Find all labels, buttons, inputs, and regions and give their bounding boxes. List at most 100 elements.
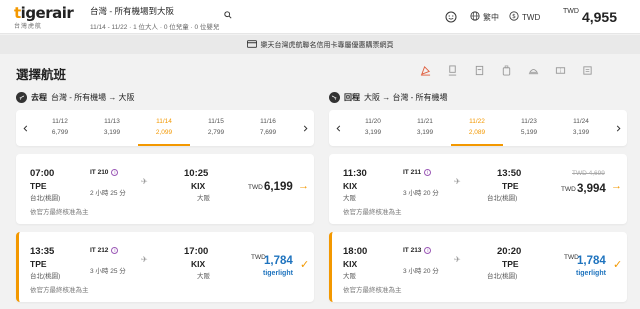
arrival-city: 大阪 [197, 195, 210, 202]
flight-duration: 3 小時 20 分 [403, 268, 439, 275]
fare-type: tigerlight [263, 270, 293, 277]
approval-note: 依官方最終核准為主 [30, 287, 89, 294]
arrow-right-icon[interactable]: → [298, 180, 309, 192]
seat-selection-icon[interactable] [472, 63, 486, 77]
date-option[interactable]: 11/16 7,699 [242, 110, 294, 146]
airplane-icon: ✈ [454, 255, 461, 264]
date-option-selected[interactable]: 11/22 2,089 [451, 110, 503, 146]
outbound-label: 去程 [31, 93, 47, 102]
departure-city: 台北(桃園) [30, 195, 61, 202]
check-icon: ✓ [300, 259, 310, 271]
next-date-button[interactable] [611, 110, 625, 146]
page-title: 選擇航班 [16, 68, 67, 82]
flight-card-inbound-0[interactable]: 11:30 KIX 大阪 IT 211 i 3 小時 20 分 ✈ 13:50 T… [329, 154, 627, 224]
departure-city: 台北(桃園) [30, 273, 61, 280]
info-icon[interactable]: i [424, 169, 432, 176]
departure-time: 13:35 [30, 246, 55, 257]
check-icon: ✓ [613, 259, 623, 271]
seat-icon[interactable] [445, 63, 459, 77]
departure-code: TPE [30, 259, 47, 269]
arrival-code: KIX [191, 181, 206, 191]
departure-code: KIX [343, 259, 358, 269]
fare-tag-icon[interactable] [418, 63, 432, 77]
total-fare[interactable]: TWD 4,955 [563, 0, 617, 34]
departure-time: 07:00 [30, 168, 55, 179]
total-currency: TWD [563, 8, 579, 15]
info-icon[interactable]: i [424, 247, 432, 254]
ticket-icon[interactable] [553, 63, 567, 77]
arrival-city: 大阪 [197, 273, 210, 280]
prev-date-button[interactable] [18, 110, 32, 146]
flight-number: IT 210 i [90, 169, 119, 176]
price-currency: TWD [248, 184, 263, 191]
flight-number: IT 212 i [90, 247, 119, 254]
approval-note: 依官方最終核准為主 [343, 287, 402, 294]
arrival-city: 台北(桃園) [487, 195, 518, 202]
arrival-code: KIX [191, 259, 206, 269]
flight-card-outbound-0[interactable]: 07:00 TPE 台北(桃園) IT 210 i 2 小時 25 分 ✈ 10:… [16, 154, 314, 224]
flight-price: 1,784 [264, 255, 293, 267]
departure-time: 18:00 [343, 246, 368, 257]
inbound-route: 大阪 → 台灣 - 所有機場 [364, 93, 448, 102]
arrival-time: 20:20 [497, 246, 522, 257]
info-icon[interactable]: i [111, 247, 119, 254]
date-option[interactable]: 11/13 3,199 [86, 110, 138, 146]
top-header: tigerair 台灣虎航 台灣 - 所有機場到大阪 11/14 - 11/22… [0, 0, 640, 34]
outbound-route: 台灣 - 所有機場 → 大阪 [51, 93, 135, 102]
flight-price: 6,199 [264, 181, 293, 193]
airplane-icon: ✈ [454, 177, 461, 186]
currency-selector[interactable]: $ TWD [509, 0, 540, 34]
departure-city: 大阪 [343, 273, 356, 280]
date-option[interactable]: 11/21 3,199 [399, 110, 451, 146]
departure-city: 大阪 [343, 195, 356, 202]
card-icon [246, 39, 257, 50]
fare-filter-icons [418, 63, 594, 77]
language-label: 繁中 [483, 12, 499, 22]
baggage-icon[interactable] [499, 63, 513, 77]
date-option[interactable]: 11/24 3,199 [555, 110, 607, 146]
globe-icon [470, 11, 480, 23]
arrival-time: 13:50 [497, 168, 522, 179]
flight-duration: 3 小時 25 分 [90, 268, 126, 275]
flight-card-outbound-1[interactable]: 13:35 TPE 台北(桃園) IT 212 i 3 小時 25 分 ✈ 17:… [16, 232, 314, 302]
logo-subtitle: 台灣虎航 [14, 24, 43, 30]
trip-search-summary[interactable]: 台灣 - 所有機場到大阪 11/14 - 11/22 · 1 位大人 · 0 位… [90, 5, 232, 31]
search-title: 台灣 - 所有機場到大阪 [90, 6, 175, 16]
currency-label: TWD [522, 12, 541, 22]
flight-card-inbound-1[interactable]: 18:00 KIX 大阪 IT 213 i 3 小時 20 分 ✈ 20:20 T… [329, 232, 627, 302]
flight-number: IT 211 i [403, 169, 432, 176]
promo-banner[interactable]: 樂天台灣虎航聯名信用卡專屬優惠購票網頁 [0, 35, 640, 54]
flight-price: 1,784 [577, 255, 606, 267]
total-amount: 4,955 [581, 9, 617, 25]
outbound-header: 去程 台灣 - 所有機場 → 大阪 [16, 92, 135, 103]
language-selector[interactable]: 繁中 [470, 0, 499, 34]
approval-note: 依官方最終核准為主 [343, 209, 402, 216]
fare-type: tigerlight [576, 270, 606, 277]
date-option[interactable]: 11/15 2,799 [190, 110, 242, 146]
inbound-header: 回程 大阪 → 台灣 - 所有機場 [329, 92, 448, 103]
refund-icon[interactable] [580, 63, 594, 77]
flight-duration: 3 小時 20 分 [403, 190, 439, 197]
airplane-icon: ✈ [141, 255, 148, 264]
flight-number: IT 213 i [403, 247, 432, 254]
prev-date-button[interactable] [331, 110, 345, 146]
date-option[interactable]: 11/20 3,199 [347, 110, 399, 146]
arrival-time: 10:25 [184, 168, 209, 179]
plane-icon [16, 92, 27, 103]
search-icon[interactable] [224, 6, 232, 24]
arrow-right-icon[interactable]: → [611, 180, 622, 192]
info-icon[interactable]: i [111, 169, 119, 176]
approval-note: 依官方最終核准為主 [30, 209, 89, 216]
date-option[interactable]: 11/23 5,199 [503, 110, 555, 146]
inbound-date-strip: 11/20 3,199 11/21 3,199 11/22 2,089 11/23 5,… [329, 110, 627, 146]
meal-icon[interactable] [526, 63, 540, 77]
arrival-time: 17:00 [184, 246, 209, 257]
date-option-selected[interactable]: 11/14 2,099 [138, 110, 190, 146]
smile-icon[interactable] [445, 0, 457, 34]
outbound-date-strip: 11/12 6,799 11/13 3,199 11/14 2,099 11/15 2,… [16, 110, 314, 146]
date-option[interactable]: 11/12 6,799 [34, 110, 86, 146]
tigerair-logo[interactable]: tigerair 台灣虎航 [14, 4, 74, 30]
arrival-code: TPE [502, 181, 519, 191]
airplane-icon: ✈ [141, 177, 148, 186]
next-date-button[interactable] [298, 110, 312, 146]
